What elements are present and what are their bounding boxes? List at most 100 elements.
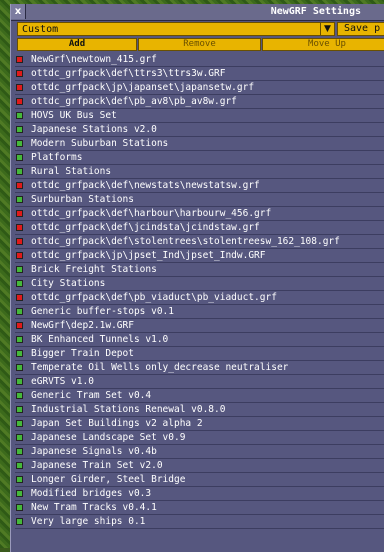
error-status-icon [16, 70, 23, 77]
remove-button[interactable]: Remove [138, 38, 261, 51]
chevron-down-icon[interactable]: ▼ [320, 23, 334, 35]
grf-list-item[interactable]: New Tram Tracks v0.4.1 [15, 501, 384, 515]
active-status-icon [16, 154, 23, 161]
error-status-icon [16, 224, 23, 231]
grf-name: Japanese Signals v0.4b [31, 446, 157, 457]
grf-name: Modified bridges v0.3 [31, 488, 152, 499]
grf-name: eGRVTS v1.0 [31, 376, 94, 387]
grf-list-item[interactable]: Generic buffer-stops v0.1 [15, 305, 384, 319]
grf-name: Longer Girder, Steel Bridge [31, 474, 186, 485]
active-status-icon [16, 518, 23, 525]
error-status-icon [16, 294, 23, 301]
grf-list-item[interactable]: ottdc_grfpack\def\pb_av8\pb_av8w.grf [15, 95, 384, 109]
grf-list-item[interactable]: ottdc_grfpack\def\stolentrees\stolentree… [15, 235, 384, 249]
active-status-icon [16, 378, 23, 385]
active-status-icon [16, 406, 23, 413]
grf-list-item[interactable]: Rural Stations [15, 165, 384, 179]
grf-list-item[interactable]: Platforms [15, 151, 384, 165]
grf-list-item[interactable]: HOVS UK Bus Set [15, 109, 384, 123]
grf-name: New Tram Tracks v0.4.1 [31, 502, 157, 513]
grf-list-item[interactable]: Brick Freight Stations [15, 263, 384, 277]
active-status-icon [16, 112, 23, 119]
grf-list-item[interactable]: Japan Set Buildings v2 alpha 2 [15, 417, 384, 431]
grf-name: ottdc_grfpack\jp\japanset\japansetw.grf [31, 82, 255, 93]
grf-list-item[interactable]: ottdc_grfpack\def\harbour\harbourw_456.g… [15, 207, 384, 221]
active-status-icon [16, 392, 23, 399]
active-status-icon [16, 434, 23, 441]
grf-name: Bigger Train Depot [31, 348, 134, 359]
active-status-icon [16, 462, 23, 469]
grf-name: HOVS UK Bus Set [31, 110, 117, 121]
grf-list-item[interactable]: ottdc_grfpack\def\pb_viaduct\pb_viaduct.… [15, 291, 384, 305]
grf-name: Industrial Stations Renewal v0.8.0 [31, 404, 226, 415]
grf-name: ottdc_grfpack\jp\jpset_Ind\jpset_Indw.GR… [31, 250, 266, 261]
grf-name: Generic Tram Set v0.4 [31, 390, 152, 401]
grf-name: ottdc_grfpack\def\harbour\harbourw_456.g… [31, 208, 272, 219]
error-status-icon [16, 56, 23, 63]
window-title: NewGRF Settings [270, 6, 361, 17]
grf-name: Platforms [31, 152, 83, 163]
grf-name: Japan Set Buildings v2 alpha 2 [31, 418, 203, 429]
grf-list-item[interactable]: NewGrf\dep2.1w.GRF [15, 319, 384, 333]
grf-list-item[interactable]: Bigger Train Depot [15, 347, 384, 361]
grf-list-item[interactable]: Temperate Oil Wells only_decrease neutra… [15, 361, 384, 375]
grf-list-item[interactable]: ottdc_grfpack\def\newstats\newstatsw.grf [15, 179, 384, 193]
grf-list-item[interactable]: Surburban Stations [15, 193, 384, 207]
preset-row: Custom ▼ Save p [17, 22, 384, 36]
grf-name: Brick Freight Stations [31, 264, 157, 275]
grf-list-item[interactable]: Very large ships 0.1 [15, 515, 384, 529]
grf-list-item[interactable]: Modified bridges v0.3 [15, 487, 384, 501]
preset-value: Custom [22, 24, 59, 35]
grf-list-item[interactable]: Japanese Stations v2.0 [15, 123, 384, 137]
grf-list-item[interactable]: ottdc_grfpack\jp\jpset_Ind\jpset_Indw.GR… [15, 249, 384, 263]
grf-list-item[interactable]: Industrial Stations Renewal v0.8.0 [15, 403, 384, 417]
grf-name: Modern Suburban Stations [31, 138, 169, 149]
grf-name: Generic buffer-stops v0.1 [31, 306, 174, 317]
active-status-icon [16, 280, 23, 287]
active-status-icon [16, 448, 23, 455]
grf-name: Japanese Train Set v2.0 [31, 460, 163, 471]
grf-list-item[interactable]: Japanese Landscape Set v0.9 [15, 431, 384, 445]
grf-list-item[interactable]: ottdc_grfpack\def\ttrs3\ttrs3w.GRF [15, 67, 384, 81]
active-status-icon [16, 350, 23, 357]
grf-list-item[interactable]: City Stations [15, 277, 384, 291]
grf-name: Very large ships 0.1 [31, 516, 146, 527]
grf-list-item[interactable]: Modern Suburban Stations [15, 137, 384, 151]
grf-list-item[interactable]: Generic Tram Set v0.4 [15, 389, 384, 403]
active-status-icon [16, 196, 23, 203]
active-status-icon [16, 364, 23, 371]
grf-name: NewGrf\dep2.1w.GRF [31, 320, 134, 331]
active-status-icon [16, 504, 23, 511]
grf-list-item[interactable]: NewGrf\newtown_415.grf [15, 53, 384, 67]
grf-name: ottdc_grfpack\def\pb_viaduct\pb_viaduct.… [31, 292, 277, 303]
grf-name: Surburban Stations [31, 194, 134, 205]
grf-list-item[interactable]: Longer Girder, Steel Bridge [15, 473, 384, 487]
grf-list-item[interactable]: ottdc_grfpack\jp\japanset\japansetw.grf [15, 81, 384, 95]
error-status-icon [16, 210, 23, 217]
grf-name: Japanese Landscape Set v0.9 [31, 432, 186, 443]
add-button[interactable]: Add [17, 38, 137, 51]
grf-name: City Stations [31, 278, 106, 289]
grf-list-item[interactable]: Japanese Train Set v2.0 [15, 459, 384, 473]
grf-list-item[interactable]: eGRVTS v1.0 [15, 375, 384, 389]
grf-name: Japanese Stations v2.0 [31, 124, 157, 135]
grf-name: ottdc_grfpack\def\newstats\newstatsw.grf [31, 180, 260, 191]
grf-list-item[interactable]: ottdc_grfpack\def\jcindsta\jcindstaw.grf [15, 221, 384, 235]
move-up-button[interactable]: Move Up [262, 38, 384, 51]
grf-list-item[interactable]: Japanese Signals v0.4b [15, 445, 384, 459]
save-preset-button[interactable]: Save p [337, 22, 384, 36]
grf-name: ottdc_grfpack\def\ttrs3\ttrs3w.GRF [31, 68, 226, 79]
titlebar[interactable]: x NewGRF Settings [11, 4, 384, 21]
grf-list[interactable]: NewGrf\newtown_415.grf ottdc_grfpack\def\… [11, 53, 384, 552]
grf-name: ottdc_grfpack\def\pb_av8\pb_av8w.grf [31, 96, 237, 107]
active-status-icon [16, 168, 23, 175]
active-status-icon [16, 476, 23, 483]
error-status-icon [16, 98, 23, 105]
action-buttons: Add Remove Move Up [17, 38, 384, 51]
grf-list-item[interactable]: BK Enhanced Tunnels v1.0 [15, 333, 384, 347]
grf-name: Temperate Oil Wells only_decrease neutra… [31, 362, 289, 373]
error-status-icon [16, 238, 23, 245]
preset-dropdown[interactable]: Custom ▼ [17, 22, 335, 36]
newgrf-settings-window: x NewGRF Settings Custom ▼ Save p Add Re… [10, 4, 384, 552]
active-status-icon [16, 266, 23, 273]
